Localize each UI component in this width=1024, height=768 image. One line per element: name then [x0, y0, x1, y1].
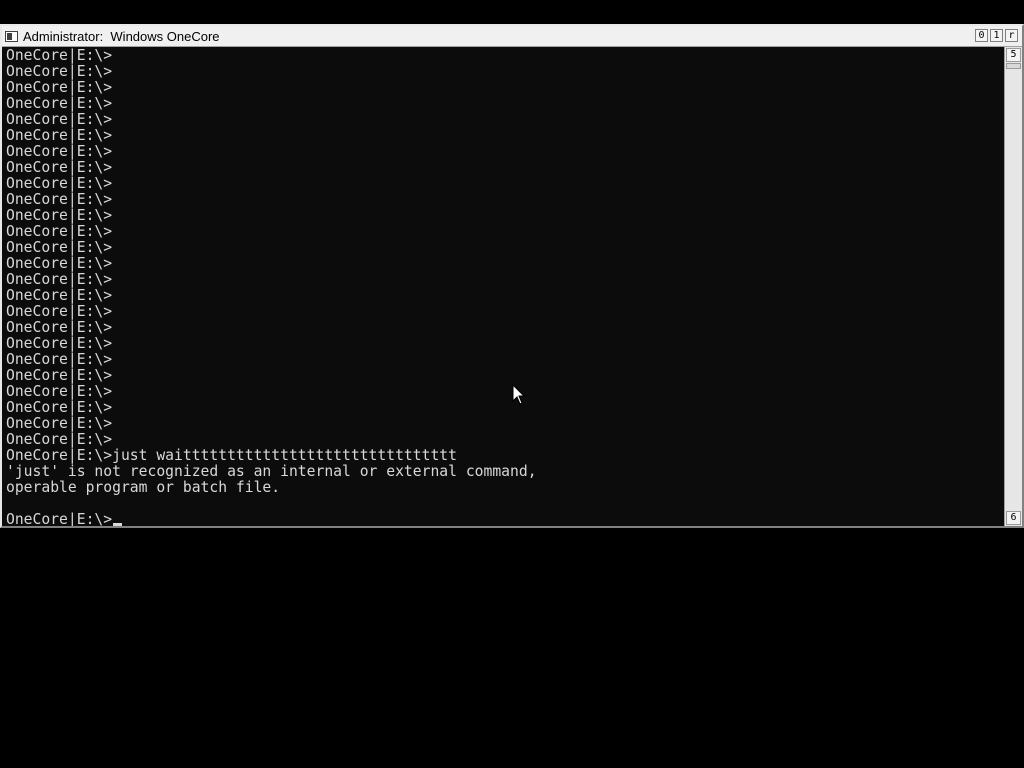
title-bar[interactable]: Administrator: Windows OneCore 0 1 r	[2, 26, 1022, 47]
console-line: OneCore|E:\>	[6, 335, 113, 352]
console-line: OneCore|E:\>	[6, 319, 113, 336]
console-window: Administrator: Windows OneCore 0 1 r One…	[0, 24, 1024, 528]
console-line: OneCore|E:\>	[6, 367, 113, 384]
console-line: OneCore|E:\>	[6, 399, 113, 416]
console-text: OneCore|E:\> OneCore|E:\> OneCore|E:\> OneC…	[6, 48, 537, 526]
console-line: OneCore|E:\>	[6, 111, 113, 128]
window-title: Administrator: Windows OneCore	[23, 28, 220, 44]
console-line: OneCore|E:\>	[6, 271, 113, 288]
console-line: OneCore|E:\>	[6, 255, 113, 272]
console-output-area[interactable]: OneCore|E:\> OneCore|E:\> OneCore|E:\> OneC…	[2, 47, 1004, 526]
console-line: OneCore|E:\>	[6, 47, 113, 64]
maximize-button[interactable]: 1	[990, 29, 1003, 42]
window-controls: 0 1 r	[975, 29, 1018, 42]
minimize-button[interactable]: 0	[975, 29, 988, 42]
console-line: OneCore|E:\>	[6, 223, 113, 240]
console-line: OneCore|E:\>	[6, 159, 113, 176]
scroll-thumb[interactable]	[1006, 63, 1021, 69]
console-prompt-line[interactable]: OneCore|E:\>	[6, 512, 537, 526]
console-line: 'just' is not recognized as an internal …	[6, 463, 537, 480]
console-line: OneCore|E:\>	[6, 351, 113, 368]
console-line: OneCore|E:\>	[6, 79, 113, 96]
vertical-scrollbar[interactable]: 5 6	[1004, 47, 1022, 526]
text-cursor	[113, 523, 123, 526]
console-line: OneCore|E:\>	[6, 127, 113, 144]
console-line: OneCore|E:\>	[6, 287, 113, 304]
mouse-pointer-icon	[512, 384, 526, 405]
console-line: OneCore|E:\>	[6, 207, 113, 224]
console-line: OneCore|E:\>	[6, 63, 113, 80]
console-line: OneCore|E:\>	[6, 239, 113, 256]
console-line: OneCore|E:\>just waitttttttttttttttttttt…	[6, 447, 457, 464]
console-line: OneCore|E:\>	[6, 143, 113, 160]
close-button[interactable]: r	[1005, 29, 1018, 42]
console-line: OneCore|E:\>	[6, 175, 113, 192]
console-line: OneCore|E:\>	[6, 415, 113, 432]
console-line: OneCore|E:\>	[6, 191, 113, 208]
desktop: Administrator: Windows OneCore 0 1 r One…	[0, 0, 1024, 768]
console-line: OneCore|E:\>	[6, 383, 113, 400]
console-line: OneCore|E:\>	[6, 303, 113, 320]
console-prompt: OneCore|E:\>	[6, 511, 113, 527]
console-line: OneCore|E:\>	[6, 95, 113, 112]
console-line: OneCore|E:\>	[6, 431, 113, 448]
console-line: operable program or batch file.	[6, 479, 281, 496]
console-app-icon[interactable]	[5, 30, 18, 42]
scroll-up-button[interactable]: 5	[1006, 48, 1021, 62]
scroll-down-button[interactable]: 6	[1006, 511, 1021, 525]
